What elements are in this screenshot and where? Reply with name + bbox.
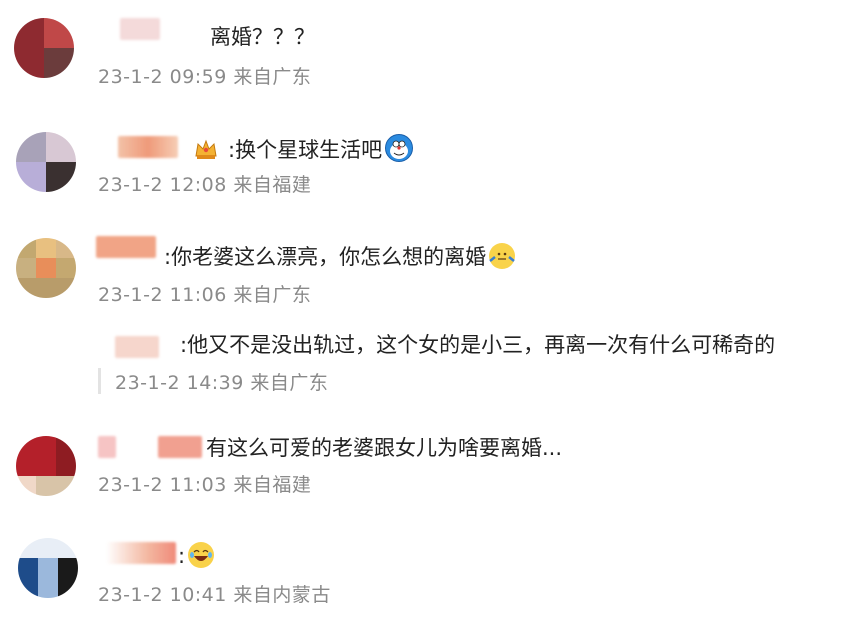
comment-time: 23-1-2 11:06 (98, 284, 227, 306)
comment-time: 23-1-2 09:59 (98, 66, 227, 88)
username-blurred[interactable] (120, 18, 160, 40)
comment-meta: 23-1-2 10:41 来自内蒙古 (98, 584, 331, 606)
comment-time: 23-1-2 10:41 (98, 584, 227, 606)
crown-badge-icon (194, 138, 218, 160)
comment-text: : (178, 542, 215, 569)
comment-text: 有这么可爱的老婆跟女儿为啥要离婚... (206, 436, 563, 460)
reply-item: :他又不是没出轨过，这个女的是小三，再离一次有什么可稀奇的 23-1-2 14:… (0, 320, 868, 420)
comment-text-content: : (178, 544, 186, 568)
username-blurred[interactable] (106, 542, 176, 564)
comment-meta: 23-1-2 12:08 来自福建 (98, 174, 311, 196)
reply-meta: 23-1-2 14:39 来自广东 (115, 372, 328, 394)
comment-text: 离婚？？？ (210, 25, 315, 49)
comment-item: 离婚？？？ 23-1-2 09:59 来自广东 (0, 0, 868, 110)
comment-item: :你老婆这么漂亮，你怎么想的离婚 23-1-2 11:06 来自广东 (0, 220, 868, 320)
comment-item: : 23-1-2 10:41 来自内蒙古 (0, 520, 868, 629)
comment-text: :换个星球生活吧 (228, 134, 414, 163)
comment-item: :换个星球生活吧 23-1-2 12:08 来自福建 (0, 110, 868, 220)
shrug-emoji-icon (489, 243, 516, 269)
reply-text: :他又不是没出轨过，这个女的是小三，再离一次有什么可稀奇的 (180, 333, 776, 357)
avatar[interactable] (16, 132, 76, 192)
avatar[interactable] (14, 18, 74, 78)
comment-meta: 23-1-2 11:06 来自广东 (98, 284, 311, 306)
username-blurred[interactable] (118, 136, 178, 158)
comment-text-content: :换个星球生活吧 (228, 138, 383, 162)
comment-location: 来自广东 (233, 66, 312, 88)
doraemon-emoji-icon (385, 134, 414, 162)
username-blurred[interactable] (98, 436, 116, 458)
comment-text: :你老婆这么漂亮，你怎么想的离婚 (164, 243, 516, 270)
avatar[interactable] (16, 238, 76, 298)
comment-meta: 23-1-2 09:59 来自广东 (98, 66, 311, 88)
avatar[interactable] (16, 436, 76, 496)
comment-location: 来自广东 (250, 372, 329, 394)
comment-time: 23-1-2 14:39 (115, 372, 244, 394)
comment-text-content: :你老婆这么漂亮，你怎么想的离婚 (164, 245, 487, 269)
username-blurred[interactable] (115, 336, 159, 358)
comment-time: 23-1-2 12:08 (98, 174, 227, 196)
comment-location: 来自内蒙古 (233, 584, 331, 606)
username-blurred[interactable] (158, 436, 202, 458)
comment-meta: 23-1-2 11:03 来自福建 (98, 474, 311, 496)
comment-time: 23-1-2 11:03 (98, 474, 227, 496)
username-blurred[interactable] (96, 236, 156, 258)
laugh-cry-emoji-icon (188, 542, 215, 568)
comment-location: 来自广东 (233, 284, 312, 306)
comment-location: 来自福建 (233, 474, 312, 496)
reply-indent-line (98, 368, 101, 394)
avatar[interactable] (18, 538, 78, 598)
comment-item: 有这么可爱的老婆跟女儿为啥要离婚... 23-1-2 11:03 来自福建 (0, 420, 868, 520)
comment-location: 来自福建 (233, 174, 312, 196)
